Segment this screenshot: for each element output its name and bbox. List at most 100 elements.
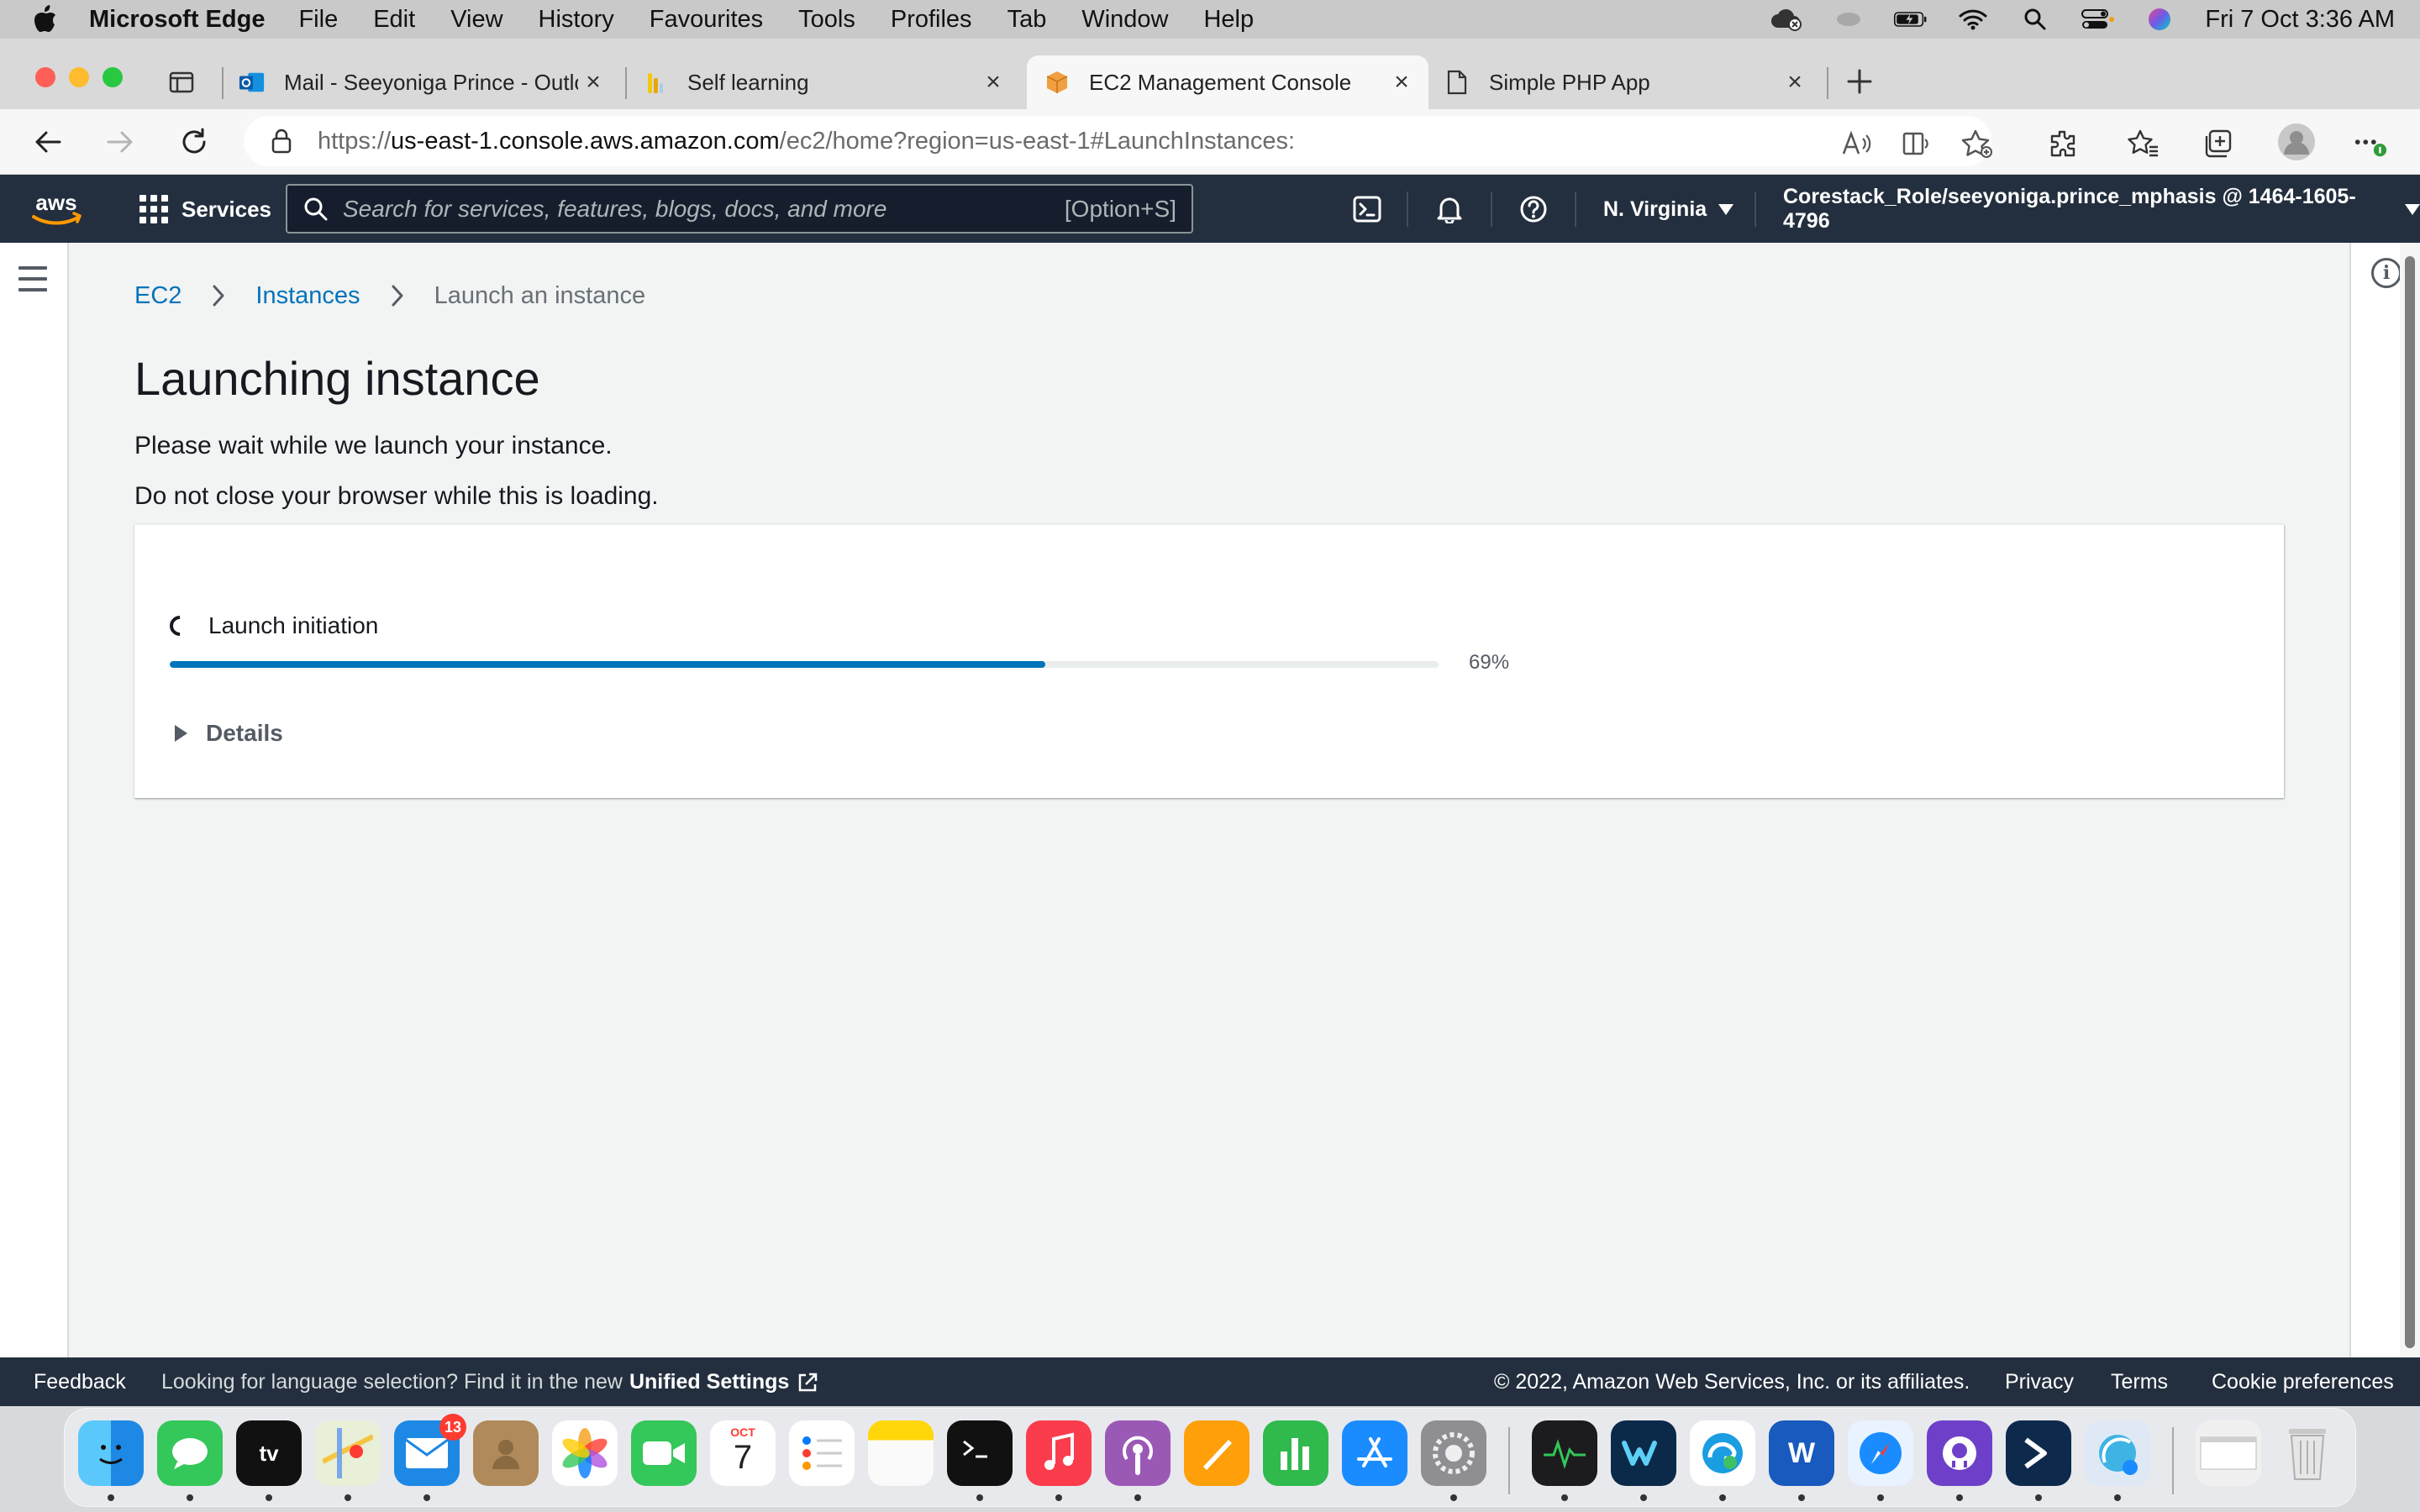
new-tab-icon[interactable] xyxy=(1845,67,1874,96)
terminal-icon[interactable] xyxy=(947,1420,1013,1486)
sidebar-toggle-icon[interactable] xyxy=(168,69,195,96)
window-zoom-button[interactable] xyxy=(103,67,123,87)
maps-icon[interactable] xyxy=(315,1420,381,1486)
hamburger-menu-icon[interactable] xyxy=(18,266,47,291)
tab-ec2-console[interactable]: EC2 Management Console × xyxy=(1027,55,1428,109)
mail-icon[interactable]: 13 xyxy=(394,1414,466,1486)
microsoft-edge-icon[interactable] xyxy=(1690,1420,1755,1486)
cookie-preferences-link[interactable]: Cookie preferences xyxy=(2212,1370,2394,1394)
spotlight-search-icon[interactable] xyxy=(2018,7,2052,32)
menu-edit[interactable]: Edit xyxy=(373,6,415,34)
calendar-icon[interactable]: OCT 7 xyxy=(710,1420,776,1486)
facetime-icon[interactable] xyxy=(631,1420,697,1486)
menu-file[interactable]: File xyxy=(298,6,338,34)
immersive-reader-icon[interactable] xyxy=(1899,126,1934,161)
info-icon[interactable]: i xyxy=(2371,258,2402,288)
menu-profiles[interactable]: Profiles xyxy=(891,6,972,34)
microsoft-word-icon[interactable]: W xyxy=(1769,1420,1834,1486)
account-menu[interactable]: Corestack_Role/seeyoniga.prince_mphasis … xyxy=(1783,185,2420,233)
pages-icon[interactable] xyxy=(1184,1420,1249,1486)
tab-close-icon[interactable]: × xyxy=(1390,68,1413,96)
macos-dock: tv 13 OCT 7 W xyxy=(64,1408,2356,1507)
read-aloud-icon[interactable] xyxy=(1839,126,1874,161)
menu-tab[interactable]: Tab xyxy=(1007,6,1047,34)
menu-history[interactable]: History xyxy=(539,6,614,34)
aws-logo[interactable]: aws xyxy=(29,190,84,228)
privacy-link[interactable]: Privacy xyxy=(2005,1370,2074,1394)
help-icon[interactable] xyxy=(1518,193,1549,225)
breadcrumb-instances[interactable]: Instances xyxy=(255,282,360,310)
media-icon[interactable] xyxy=(1832,7,1865,32)
lock-icon[interactable] xyxy=(269,129,294,154)
favourites-icon[interactable] xyxy=(2126,126,2161,161)
menu-view[interactable]: View xyxy=(450,6,502,34)
remote-desktop-icon[interactable] xyxy=(2085,1420,2150,1486)
address-bar[interactable]: https:// us-east-1.console.aws.amazon.co… xyxy=(244,116,1991,166)
refresh-icon[interactable] xyxy=(175,123,213,161)
menubar-clock[interactable]: Fri 7 Oct 3:36 AM xyxy=(2205,6,2395,34)
forward-icon[interactable] xyxy=(101,123,139,161)
back-icon[interactable] xyxy=(29,123,67,161)
profile-avatar[interactable] xyxy=(2275,121,2317,163)
add-favourite-icon[interactable] xyxy=(1960,126,1995,161)
details-expander[interactable]: Details xyxy=(175,720,283,747)
notifications-bell-icon[interactable] xyxy=(1434,193,1465,225)
menu-window[interactable]: Window xyxy=(1081,6,1168,34)
page-scrollbar[interactable] xyxy=(2400,243,2420,1357)
app-name-menu[interactable]: Microsoft Edge xyxy=(89,6,265,34)
scrollbar-thumb[interactable] xyxy=(2405,256,2415,1348)
caret-right-icon xyxy=(175,725,187,742)
numbers-icon[interactable] xyxy=(1263,1420,1328,1486)
webex-icon[interactable] xyxy=(1611,1420,1676,1486)
battery-icon[interactable] xyxy=(1894,7,1928,32)
cloud-icon[interactable] xyxy=(1770,7,1803,32)
system-preferences-icon[interactable] xyxy=(1421,1420,1486,1486)
breadcrumb-ec2[interactable]: EC2 xyxy=(134,282,182,310)
tab-close-icon[interactable]: × xyxy=(581,68,605,96)
github-desktop-icon[interactable] xyxy=(1927,1420,1992,1486)
progress-bar xyxy=(170,661,1439,668)
trash-icon[interactable] xyxy=(2275,1420,2340,1486)
tab-simple-php-app[interactable]: Simple PHP App × xyxy=(1444,55,1822,109)
extensions-icon[interactable] xyxy=(2045,126,2081,161)
photos-icon[interactable] xyxy=(552,1420,618,1486)
external-link-icon[interactable] xyxy=(796,1371,819,1394)
tab-close-icon[interactable]: × xyxy=(1783,68,1807,96)
app-store-icon[interactable] xyxy=(1342,1420,1407,1486)
terms-link[interactable]: Terms xyxy=(2111,1370,2168,1394)
activity-monitor-icon[interactable] xyxy=(1532,1420,1597,1486)
tab-mail[interactable]: Mail - Seeyoniga Prince - Outlo × xyxy=(239,55,620,109)
services-label: Services xyxy=(182,196,271,222)
notes-icon[interactable] xyxy=(868,1420,934,1486)
control-center-icon[interactable] xyxy=(2081,7,2115,32)
contacts-icon[interactable] xyxy=(473,1420,539,1486)
region-selector[interactable]: N. Virginia xyxy=(1603,190,1734,228)
collections-icon[interactable] xyxy=(2200,126,2235,161)
music-icon[interactable] xyxy=(1026,1420,1092,1486)
window-close-button[interactable] xyxy=(35,67,55,87)
tab-self-learning[interactable]: Self learning × xyxy=(642,55,1020,109)
unified-settings-link[interactable]: Unified Settings xyxy=(629,1370,789,1394)
tab-close-icon[interactable]: × xyxy=(981,68,1005,96)
apple-icon[interactable] xyxy=(30,4,60,34)
siri-icon[interactable] xyxy=(2143,7,2176,32)
safari-icon[interactable] xyxy=(1848,1420,1913,1486)
cloudshell-icon[interactable] xyxy=(1351,193,1383,225)
feedback-link[interactable]: Feedback xyxy=(34,1370,126,1394)
podcasts-icon[interactable] xyxy=(1105,1420,1171,1486)
menu-tools[interactable]: Tools xyxy=(798,6,855,34)
more-menu-icon[interactable] xyxy=(2353,126,2388,161)
reminders-icon[interactable] xyxy=(789,1420,855,1486)
powershell-icon[interactable] xyxy=(2006,1420,2071,1486)
apple-tv-icon[interactable]: tv xyxy=(236,1420,302,1486)
finder-icon[interactable] xyxy=(78,1420,144,1486)
window-minimize-button[interactable] xyxy=(69,67,89,87)
services-menu-button[interactable]: Services xyxy=(139,190,271,228)
menu-help[interactable]: Help xyxy=(1203,6,1254,34)
menu-favourites[interactable]: Favourites xyxy=(650,6,763,34)
messages-icon[interactable] xyxy=(157,1420,223,1486)
tab-separator xyxy=(1827,67,1828,99)
wifi-icon[interactable] xyxy=(1956,7,1990,32)
window-preview-icon[interactable] xyxy=(2196,1420,2261,1486)
aws-search-input[interactable]: Search for services, features, blogs, do… xyxy=(286,184,1193,234)
